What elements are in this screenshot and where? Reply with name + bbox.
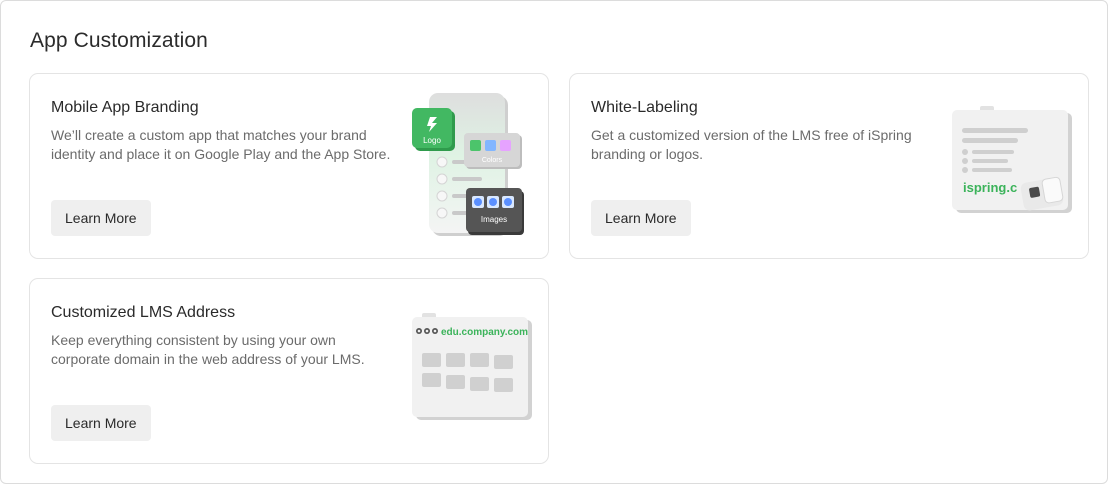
colors-tile-label: Colors [482, 157, 503, 164]
learn-more-button[interactable]: Learn More [591, 200, 691, 236]
domain-text: edu.company.com [441, 327, 528, 338]
card-title: Customized LMS Address [51, 304, 236, 321]
logo-tile-label: Logo [423, 136, 441, 145]
app-customization-panel: App Customization Mobile App Branding We… [0, 0, 1108, 484]
card-title: Mobile App Branding [51, 99, 199, 116]
learn-more-button[interactable]: Learn More [51, 405, 151, 441]
card-mobile-app-branding: Mobile App Branding We’ll create a custo… [29, 73, 549, 259]
page-title: App Customization [30, 29, 208, 52]
card-customized-lms-address: Customized LMS Address Keep everything c… [29, 278, 549, 464]
card-title: White-Labeling [591, 99, 698, 116]
card-description: Keep everything consistent by using your… [51, 332, 365, 367]
card-description: Get a customized version of the LMS free… [591, 127, 912, 162]
ispring-logo-text: ispring.c [963, 180, 1017, 195]
white-label-illustration: ispring.c [952, 106, 1072, 213]
card-description: We’ll create a custom app that matches y… [51, 127, 391, 162]
images-tile-label: Images [481, 215, 507, 224]
card-white-labeling: White-Labeling Get a customized version … [569, 73, 1089, 259]
learn-more-button[interactable]: Learn More [51, 200, 151, 236]
custom-domain-illustration: edu.company.com [412, 313, 532, 420]
mobile-branding-illustration: Logo Colors Images [412, 93, 524, 236]
